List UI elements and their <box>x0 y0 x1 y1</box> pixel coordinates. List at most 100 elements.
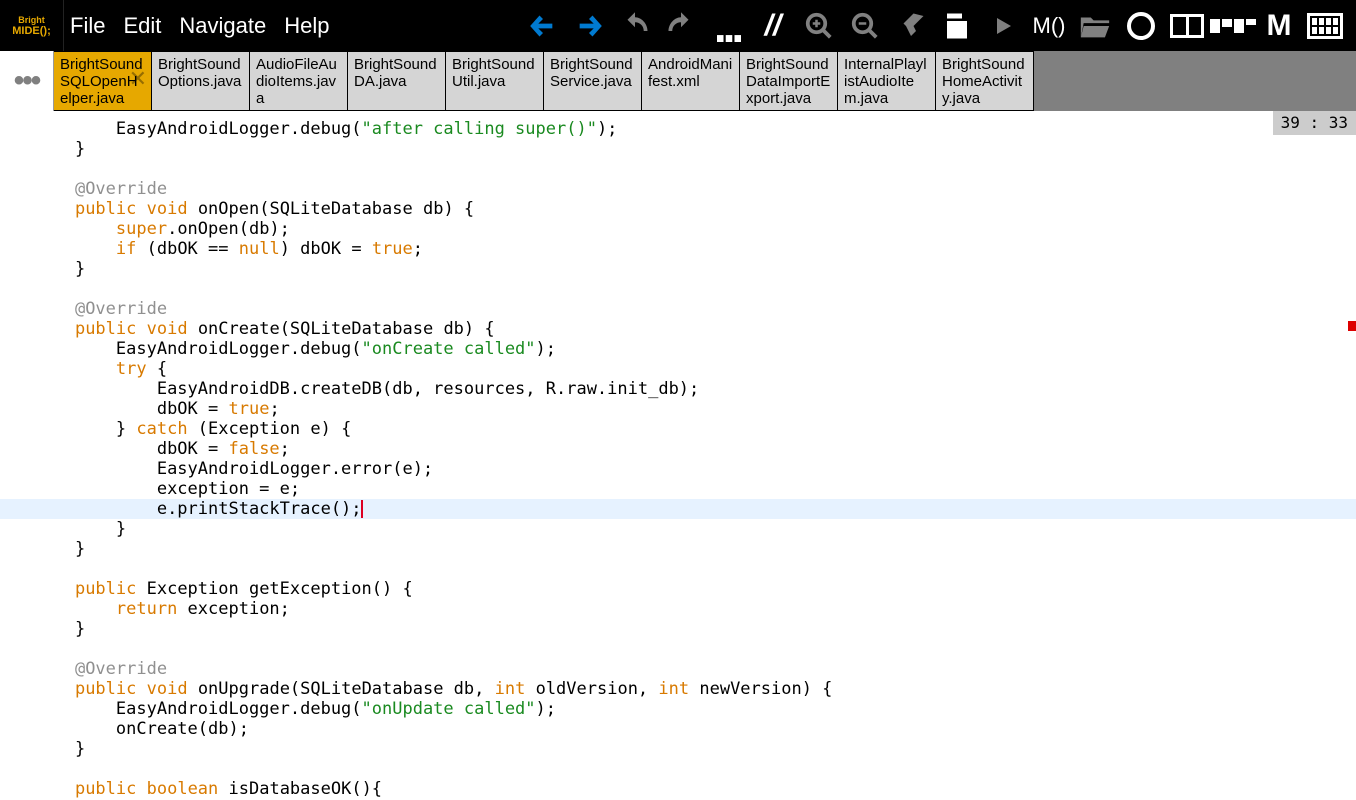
folder-open-icon <box>1078 9 1112 43</box>
code-line: public void onUpgrade(SQLiteDatabase db,… <box>0 679 1356 699</box>
m-icon: M <box>1267 9 1292 43</box>
dots-icon: ••• <box>14 64 40 98</box>
code-line: try { <box>0 359 1356 379</box>
file-tab[interactable]: AudioFileAudioItems.java <box>250 51 348 111</box>
file-tab[interactable]: AndroidManifest.xml <box>642 51 740 111</box>
file-tab[interactable]: BrightSoundDataImportExport.java <box>740 51 838 111</box>
copy-icon <box>942 11 972 41</box>
m-button[interactable]: M <box>1260 7 1298 45</box>
code-line: } <box>0 519 1356 539</box>
code-line: @Override <box>0 179 1356 199</box>
top-bar: Bright MIDE(); File Edit Navigate Help .… <box>0 0 1356 51</box>
run-button[interactable] <box>984 7 1022 45</box>
tab-label: BrightSoundUtil.java <box>452 56 537 90</box>
scroll-marker <box>1348 321 1356 331</box>
menu-edit[interactable]: Edit <box>123 13 161 39</box>
code-line <box>0 279 1356 299</box>
code-line: } <box>0 539 1356 559</box>
code-line: EasyAndroidLogger.debug("onUpdate called… <box>0 699 1356 719</box>
file-tab[interactable]: BrightSoundSQLOpenHelper.java✕ <box>54 51 152 111</box>
file-tab[interactable]: BrightSoundDA.java <box>348 51 446 111</box>
logo-line1: Bright <box>18 15 45 25</box>
code-line: @Override <box>0 299 1356 319</box>
tab-bar: ••• BrightSoundSQLOpenHelper.java✕Bright… <box>0 51 1356 111</box>
redo-button[interactable] <box>662 7 700 45</box>
file-tab[interactable]: InternalPlaylistAudioItem.java <box>838 51 936 111</box>
method-list-button[interactable]: M() <box>1030 7 1068 45</box>
code-line: EasyAndroidDB.createDB(db, resources, R.… <box>0 379 1356 399</box>
code-line: public Exception getException() { <box>0 579 1356 599</box>
code-line: } <box>0 139 1356 159</box>
code-line: return exception; <box>0 599 1356 619</box>
file-tab[interactable]: BrightSoundUtil.java <box>446 51 544 111</box>
code-line <box>0 639 1356 659</box>
menu-file[interactable]: File <box>70 13 105 39</box>
copy-button[interactable] <box>938 7 976 45</box>
magnify-plus-icon <box>804 11 834 41</box>
tab-label: BrightSoundService.java <box>550 56 635 90</box>
code-line: onCreate(db); <box>0 719 1356 739</box>
keyboard-button[interactable] <box>1306 7 1344 45</box>
keyboard-icon <box>1307 13 1343 39</box>
zoom-out-button[interactable] <box>846 7 884 45</box>
code-line: EasyAndroidLogger.error(e); <box>0 459 1356 479</box>
code-editor[interactable]: 39 : 33 EasyAndroidLogger.debug("after c… <box>0 111 1356 800</box>
record-button[interactable] <box>1122 7 1160 45</box>
tab-label: AudioFileAudioItems.java <box>256 56 341 107</box>
code-line: dbOK = true; <box>0 399 1356 419</box>
split-icon <box>1170 14 1204 38</box>
file-tab[interactable]: BrightSoundService.java <box>544 51 642 111</box>
comment-button[interactable]: // <box>754 7 792 45</box>
code-line: e.printStackTrace(); <box>0 499 1356 519</box>
blocks-icon <box>1210 19 1256 33</box>
nav-forward-button[interactable] <box>570 7 608 45</box>
logo-line2: MIDE(); <box>12 25 51 37</box>
tab-label: InternalPlaylistAudioItem.java <box>844 56 929 107</box>
split-view-button[interactable] <box>1168 7 1206 45</box>
app-logo: Bright MIDE(); <box>0 0 64 51</box>
file-tab[interactable]: BrightSoundOptions.java <box>152 51 250 111</box>
code-line: } <box>0 259 1356 279</box>
menu-navigate[interactable]: Navigate <box>179 13 266 39</box>
circle-icon <box>1127 12 1155 40</box>
code-line: EasyAndroidLogger.debug("onCreate called… <box>0 339 1356 359</box>
slash-icon: // <box>765 9 782 43</box>
menu-bar: File Edit Navigate Help <box>64 13 329 39</box>
code-line <box>0 159 1356 179</box>
tab-label: BrightSoundOptions.java <box>158 56 243 90</box>
code-line: dbOK = false; <box>0 439 1356 459</box>
code-line: public void onCreate(SQLiteDatabase db) … <box>0 319 1356 339</box>
side-panel-button[interactable]: ••• <box>0 51 54 111</box>
arrow-left-icon <box>527 12 559 40</box>
text-cursor <box>361 500 363 518</box>
code-line: } <box>0 619 1356 639</box>
redo-icon <box>666 11 696 41</box>
code-line: public boolean isDatabaseOK(){ <box>0 779 1356 799</box>
close-icon[interactable]: ✕ <box>129 70 147 87</box>
cursor-position: 39 : 33 <box>1273 111 1356 135</box>
undo-button[interactable] <box>616 7 654 45</box>
layout-button[interactable] <box>1214 7 1252 45</box>
play-icon <box>991 14 1015 38</box>
code-line: exception = e; <box>0 479 1356 499</box>
code-line: if (dbOK == null) dbOK = true; <box>0 239 1356 259</box>
dots-icon: ... <box>714 21 740 31</box>
toolbar: ... // M() M <box>524 7 1356 45</box>
magnify-minus-icon <box>850 11 880 41</box>
tab-label: BrightSoundDataImportExport.java <box>746 56 831 107</box>
code-line: } catch (Exception e) { <box>0 419 1356 439</box>
zoom-in-button[interactable] <box>800 7 838 45</box>
code-content: EasyAndroidLogger.debug("after calling s… <box>0 111 1356 799</box>
code-line <box>0 559 1356 579</box>
open-folder-button[interactable] <box>1076 7 1114 45</box>
undo-icon <box>620 11 650 41</box>
more-button[interactable]: ... <box>708 7 746 45</box>
arrow-right-icon <box>573 12 605 40</box>
menu-help[interactable]: Help <box>284 13 329 39</box>
nav-back-button[interactable] <box>524 7 562 45</box>
format-button[interactable] <box>892 7 930 45</box>
file-tab[interactable]: BrightSoundHomeActivity.java <box>936 51 1034 111</box>
code-line: public void onOpen(SQLiteDatabase db) { <box>0 199 1356 219</box>
code-line: } <box>0 739 1356 759</box>
tab-label: AndroidManifest.xml <box>648 56 733 90</box>
